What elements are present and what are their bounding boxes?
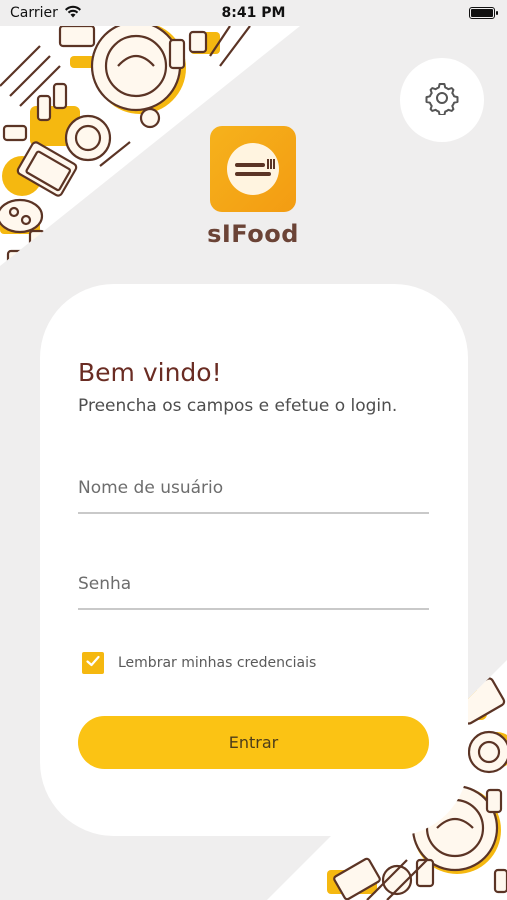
- plate-cutlery-icon: [210, 126, 296, 212]
- enter-button[interactable]: Entrar: [78, 716, 429, 769]
- status-time: 8:41 PM: [221, 5, 286, 21]
- welcome-title: Bem vindo!: [78, 358, 222, 387]
- username-field-wrapper: [78, 464, 429, 514]
- app-name: sIFood: [207, 220, 299, 248]
- password-field-wrapper: [78, 560, 429, 610]
- remember-checkbox[interactable]: [82, 652, 104, 674]
- remember-label: Lembrar minhas credenciais: [118, 655, 317, 671]
- password-input[interactable]: [78, 560, 429, 608]
- gear-icon: [425, 81, 459, 119]
- battery-icon: [469, 7, 498, 19]
- check-icon: [85, 653, 101, 673]
- app-logo: sIFood: [200, 126, 306, 248]
- login-card: Bem vindo! Preencha os campos e efetue o…: [40, 284, 468, 836]
- welcome-subtitle: Preencha os campos e efetue o login.: [78, 396, 398, 416]
- settings-button[interactable]: [400, 58, 484, 142]
- status-bar: Carrier 8:41 PM: [0, 0, 507, 26]
- username-input[interactable]: [78, 464, 429, 512]
- remember-credentials-toggle[interactable]: Lembrar minhas credenciais: [82, 652, 316, 674]
